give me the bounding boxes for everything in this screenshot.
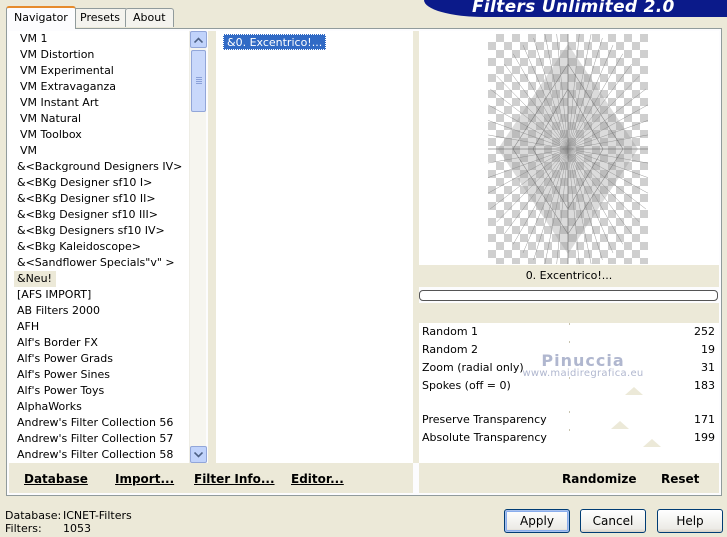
param-label: Random 2 [422, 343, 479, 356]
param-label: Absolute Transparency [422, 431, 547, 444]
randomize-button[interactable]: Randomize [562, 472, 636, 486]
filter-category-item[interactable]: VM 1 [9, 31, 189, 47]
database-label: Database: [5, 509, 62, 522]
filter-category-item[interactable]: AB Filters 2000 [9, 303, 189, 319]
slider-thumb[interactable] [611, 421, 629, 429]
watermark: Pinuccia www.maidiregrafica.eu [518, 351, 648, 379]
watermark-url: www.maidiregrafica.eu [522, 368, 644, 379]
filter-category-item[interactable]: Andrew's Filter Collection 58 [9, 447, 189, 463]
filter-category-list[interactable]: VM 1 VM Distortion VM Experimental VM Extra… [9, 31, 189, 463]
params-spacer [419, 303, 719, 323]
filter-category-item[interactable]: VM [9, 143, 189, 159]
filter-effect-item[interactable]: &0. Excentrico!... [223, 34, 327, 50]
param-label: Random 1 [422, 325, 479, 338]
filter-category-item[interactable]: VM Natural [9, 111, 189, 127]
filters-count-label: Filters: [5, 522, 42, 535]
filter-category-item[interactable]: Alf's Border FX [9, 335, 189, 351]
scroll-down-button[interactable] [190, 446, 207, 463]
filter-category-item[interactable]: &<BKg Designer sf10 I> [9, 175, 189, 191]
filter-category-item[interactable]: Andrew's Filter Collection 56 [9, 415, 189, 431]
param-slider-absolute-transparency[interactable]: Absolute Transparency 199 [419, 429, 719, 447]
preview-title-bar: 0. Excentrico!... [419, 265, 719, 287]
filter-category-item[interactable]: &<Background Designers IV> [9, 159, 189, 175]
filter-category-item[interactable]: AFH [9, 319, 189, 335]
param-label: Spokes (off = 0) [422, 379, 511, 392]
tab-presets[interactable]: Presets [72, 8, 129, 27]
filter-category-item[interactable]: Alf's Power Grads [9, 351, 189, 367]
filter-category-item[interactable]: VM Experimental [9, 63, 189, 79]
filter-category-item[interactable]: AlphaWorks [9, 399, 189, 415]
param-slider-preserve-transparency[interactable]: Preserve Transparency 171 [419, 411, 719, 429]
parameter-sliders: Random 1 252 Random 2 19 Zoom (radial on… [419, 323, 719, 463]
filter-preview-image [478, 29, 658, 269]
filter-category-item[interactable]: &Neu! [9, 271, 189, 287]
database-value: ICNET-Filters [63, 509, 132, 522]
apply-button[interactable]: Apply [504, 509, 570, 533]
param-value: 31 [701, 361, 715, 374]
filter-category-item[interactable]: VM Toolbox [9, 127, 189, 143]
cancel-button[interactable]: Cancel [580, 509, 646, 533]
kaleidoscope-pattern [478, 29, 658, 269]
filter-category-item[interactable]: &<Bkg Designers sf10 IV> [9, 223, 189, 239]
progress-bar [419, 290, 718, 301]
filter-effect-list[interactable]: &0. Excentrico!... [216, 31, 413, 463]
tab-about[interactable]: About [125, 8, 174, 27]
param-value: 199 [694, 431, 715, 444]
filter-category-item[interactable]: [AFS IMPORT] [9, 287, 189, 303]
scroll-up-button[interactable] [190, 31, 207, 48]
filter-category-item[interactable]: &<Bkg Kaleidoscope> [9, 239, 189, 255]
tab-navigator[interactable]: Navigator [6, 6, 76, 29]
filter-category-item[interactable]: Andrew's Filter Collection 57 [9, 431, 189, 447]
right-button-strip: Randomize Reset [419, 463, 719, 493]
filter-category-item[interactable]: &<Bkg Designer sf10 III> [9, 207, 189, 223]
param-label: Zoom (radial only) [422, 361, 524, 374]
filter-category-item[interactable]: VM Distortion [9, 47, 189, 63]
param-value: 171 [694, 413, 715, 426]
editor-button[interactable]: Editor... [291, 472, 344, 486]
help-button[interactable]: Help [657, 509, 723, 533]
app-title: Filters Unlimited 2.0 [472, 0, 675, 17]
status-info: Database: ICNET-Filters Filters: 1053 [5, 509, 132, 535]
param-value: 183 [694, 379, 715, 392]
param-label: Preserve Transparency [422, 413, 547, 426]
param-value: 252 [694, 325, 715, 338]
chevron-up-icon [194, 36, 203, 43]
left-button-strip: Database Import... Filter Info... Editor… [9, 463, 413, 493]
slider-thumb[interactable] [643, 439, 661, 447]
filter-list-scrollbar[interactable] [189, 31, 207, 463]
param-slider-random-1[interactable]: Random 1 252 [419, 323, 719, 341]
database-button[interactable]: Database [24, 472, 88, 486]
param-value: 19 [701, 343, 715, 356]
app-banner: Filters Unlimited 2.0 [424, 0, 727, 17]
filter-category-item[interactable]: Alf's Power Toys [9, 383, 189, 399]
filters-count-value: 1053 [63, 522, 91, 535]
selected-filter-label: &Neu! [14, 271, 56, 287]
slider-thumb[interactable] [625, 387, 643, 395]
filter-info-button[interactable]: Filter Info... [194, 472, 275, 486]
filter-category-item[interactable]: &<Sandflower Specials"v" > [9, 255, 189, 271]
filter-category-item[interactable]: VM Instant Art [9, 95, 189, 111]
filter-category-item[interactable]: &<BKg Designer sf10 II> [9, 191, 189, 207]
preview-title: 0. Excentrico!... [525, 269, 613, 282]
chevron-down-icon [194, 451, 203, 458]
filter-category-item[interactable]: VM Extravaganza [9, 79, 189, 95]
param-slider-spokes[interactable]: Spokes (off = 0) 183 [419, 377, 719, 395]
import-button[interactable]: Import... [115, 472, 174, 486]
preview-area [419, 29, 719, 269]
scroll-thumb[interactable] [191, 50, 206, 112]
filter-category-item[interactable]: Alf's Power Sines [9, 367, 189, 383]
column-divider [208, 31, 216, 463]
reset-button[interactable]: Reset [661, 472, 699, 486]
